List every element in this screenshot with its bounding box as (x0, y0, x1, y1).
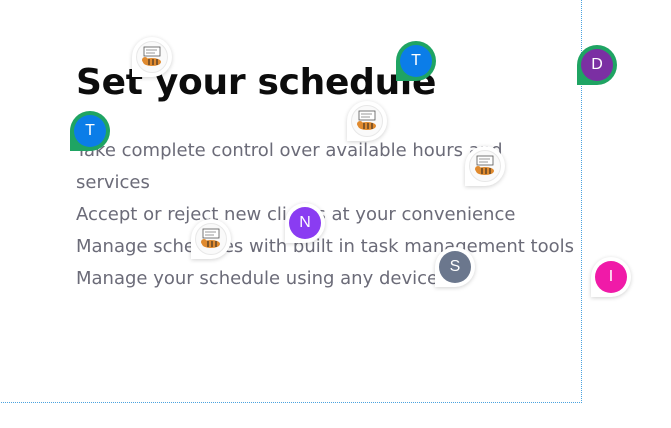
collaborator-cursor-i[interactable]: I (591, 257, 631, 297)
avatar: I (595, 261, 627, 293)
collaborator-cursor-n[interactable]: N (285, 203, 325, 243)
section-title: Set your schedule (76, 62, 437, 103)
collaborator-cursor-s[interactable]: S (435, 247, 475, 287)
collaborator-cursor[interactable] (347, 101, 387, 141)
avatar: S (439, 251, 471, 283)
feature-item: Manage your schedule using any device (76, 268, 439, 289)
avatar: T (74, 115, 106, 147)
tiger-avatar-icon (469, 150, 501, 182)
avatar-initial: D (591, 56, 603, 73)
tiger-avatar-icon (351, 105, 383, 137)
avatar-initial: N (299, 214, 311, 231)
collaborator-cursor[interactable] (132, 37, 172, 77)
avatar-initial: T (411, 52, 421, 69)
tiger-avatar-icon (136, 41, 168, 73)
feature-item: Manage schedules with built in task mana… (76, 236, 575, 257)
avatar-initial: S (449, 258, 461, 275)
feature-item: Accept or reject new clients at your con… (76, 204, 516, 225)
avatar-initial: T (85, 122, 95, 139)
tiger-avatar-icon (195, 223, 227, 255)
collaborator-cursor-t[interactable]: T (70, 111, 110, 151)
avatar: D (581, 49, 613, 81)
avatar: N (289, 207, 321, 239)
collaborator-cursor-d[interactable]: D (577, 45, 617, 85)
avatar-initial: I (608, 268, 614, 285)
collaborator-cursor[interactable] (191, 219, 231, 259)
collaborator-cursor-t[interactable]: T (396, 41, 436, 81)
avatar: T (400, 45, 432, 77)
collaborator-cursor[interactable] (465, 146, 505, 186)
